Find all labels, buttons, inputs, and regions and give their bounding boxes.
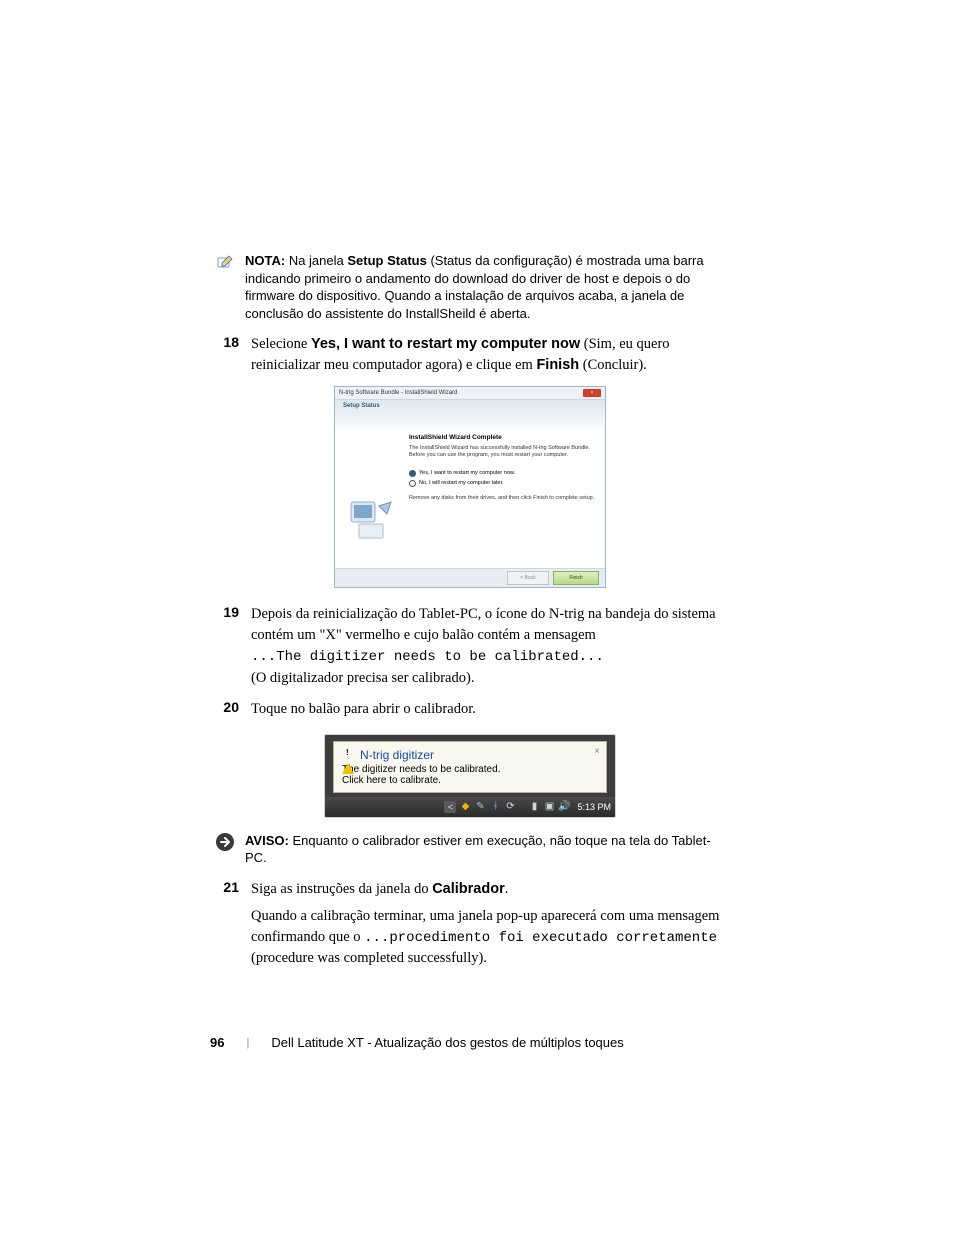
installer-titlebar: N-trig Software Bundle - InstallShield W…	[335, 387, 605, 400]
step-21: 21 Siga as instruções da janela do Calib…	[215, 879, 725, 969]
text: Depois da reinicialização do Tablet-PC, …	[251, 606, 716, 643]
aviso-text: Enquanto o calibrador estiver em execuçã…	[245, 833, 711, 866]
balloon[interactable]: × N-trig digitizer The digitizer needs t…	[333, 741, 607, 793]
installer-bottombar: < Back Finish	[335, 568, 605, 587]
text: .	[505, 881, 509, 897]
bluetooth-icon[interactable]: ᚼ	[489, 801, 501, 813]
step-body: Depois da reinicialização do Tablet-PC, …	[251, 604, 725, 688]
aviso-label: AVISO:	[245, 833, 289, 848]
clock[interactable]: 5:13 PM	[577, 802, 611, 812]
installer-screenshot: N-trig Software Bundle - InstallShield W…	[334, 386, 606, 588]
bold-text: Yes, I want to restart my computer now	[311, 336, 580, 352]
step-number: 18	[215, 334, 239, 350]
step-number: 19	[215, 604, 239, 620]
close-icon[interactable]: ×	[594, 746, 600, 757]
footer-separator: |	[246, 1037, 249, 1049]
finish-button[interactable]: Finish	[553, 571, 599, 585]
aviso-text-wrap: AVISO: Enquanto o calibrador estiver em …	[245, 832, 725, 867]
radio-selected-icon	[409, 470, 416, 477]
text: Siga as instruções da janela do	[251, 881, 432, 897]
nota-label: NOTA:	[245, 253, 285, 268]
installer-para2: Remove any disks from their drives, and …	[409, 495, 595, 502]
nota-bold: Setup Status	[347, 253, 426, 268]
text: (Concluir).	[579, 357, 647, 373]
radio-label: No, I will restart my computer later.	[419, 480, 504, 486]
installer-para: The InstallShield Wizard has successfull…	[409, 445, 595, 459]
page-footer: 96 | Dell Latitude XT - Atualização dos …	[210, 1035, 624, 1050]
balloon-line1: The digitizer needs to be calibrated.	[342, 764, 598, 775]
back-button[interactable]: < Back	[507, 571, 549, 585]
aviso-callout: AVISO: Enquanto o calibrador estiver em …	[215, 832, 725, 867]
step-19: 19 Depois da reinicialização do Tablet-P…	[215, 604, 725, 688]
window-title: N-trig Software Bundle - InstallShield W…	[339, 390, 457, 396]
text: (O digitalizador precisa ser calibrado).	[251, 670, 474, 686]
step-number: 21	[215, 879, 239, 895]
radio-unselected-icon	[409, 480, 416, 487]
note-pencil-icon	[215, 252, 235, 272]
bold-text: Finish	[536, 357, 579, 373]
balloon-title-row: N-trig digitizer	[342, 748, 598, 762]
step-body: Selecione Yes, I want to restart my comp…	[251, 334, 725, 376]
tray-expand-icon[interactable]: <	[444, 801, 456, 813]
radio-no[interactable]: No, I will restart my computer later.	[409, 480, 595, 487]
network-icon[interactable]: ▣	[543, 801, 555, 813]
radio-label: Yes, I want to restart my computer now.	[419, 470, 515, 476]
installer-art	[335, 428, 405, 568]
code-text: ...The digitizer needs to be calibrated.…	[251, 649, 604, 665]
sync-icon[interactable]: ⟳	[504, 801, 516, 813]
text: Selecione	[251, 336, 311, 352]
code-text: ...procedimento foi executado corretamen…	[364, 930, 717, 946]
pen-icon[interactable]: ✎	[474, 801, 486, 813]
page-number: 96	[210, 1035, 224, 1050]
step-18: 18 Selecione Yes, I want to restart my c…	[215, 334, 725, 376]
step-body: Toque no balão para abrir o calibrador.	[251, 699, 476, 720]
installer-heading: InstallShield Wizard Complete	[409, 434, 595, 441]
nota-callout: NOTA: Na janela Setup Status (Status da …	[215, 252, 725, 322]
balloon-line2: Click here to calibrate.	[342, 775, 598, 786]
nota-text: NOTA: Na janela Setup Status (Status da …	[245, 252, 725, 322]
step-number: 20	[215, 699, 239, 715]
battery-icon[interactable]: ▮	[528, 801, 540, 813]
step-20: 20 Toque no balão para abrir o calibrado…	[215, 699, 725, 720]
balloon-screenshot: × N-trig digitizer The digitizer needs t…	[324, 734, 616, 818]
bold-text: Calibrador	[432, 881, 505, 897]
taskbar: < ◆ ✎ ᚼ ⟳ ▮ ▣ 🔊 5:13 PM	[325, 797, 615, 817]
shield-icon[interactable]: ◆	[459, 801, 471, 813]
notice-arrow-icon	[215, 832, 235, 852]
warning-icon	[342, 749, 354, 761]
text: (procedure was completed successfully).	[251, 950, 487, 966]
footer-title: Dell Latitude XT - Atualização dos gesto…	[271, 1035, 623, 1050]
volume-icon[interactable]: 🔊	[558, 801, 570, 813]
installer-banner: Setup Status	[335, 400, 605, 428]
radio-yes[interactable]: Yes, I want to restart my computer now.	[409, 470, 595, 477]
step-body: Siga as instruções da janela do Calibrad…	[251, 879, 725, 969]
close-icon[interactable]: ×	[583, 389, 601, 397]
balloon-title: N-trig digitizer	[360, 748, 434, 762]
